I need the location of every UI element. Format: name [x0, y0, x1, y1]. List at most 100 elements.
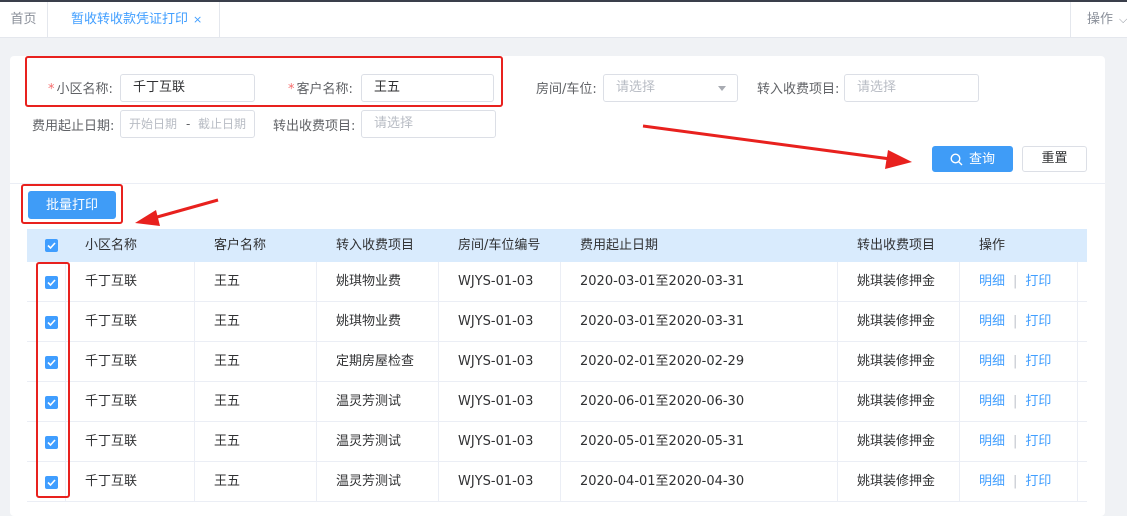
column-divider [837, 462, 838, 502]
table-row: 千丁互联 王五 温灵芳测试 WJYS-01-03 2020-04-01至2020-04-… [27, 462, 1087, 502]
action-separator: | [1013, 474, 1018, 489]
column-divider [438, 302, 439, 342]
column-divider [560, 382, 561, 422]
cell-customer: 王五 [214, 474, 241, 489]
cell-community: 千丁互联 [85, 274, 138, 289]
table-row: 千丁互联 王五 温灵芳测试 WJYS-01-03 2020-05-01至2020-05-… [27, 422, 1087, 462]
print-link[interactable]: 打印 [1025, 394, 1051, 409]
detail-link[interactable]: 明细 [979, 274, 1005, 289]
column-divider [316, 342, 317, 382]
annotation-arrowhead-batch [135, 210, 160, 226]
column-header-date-range: 费用起止日期 [580, 238, 659, 253]
column-divider [837, 262, 838, 302]
cell-actions: 明细 | 打印 [969, 422, 1051, 462]
print-link[interactable]: 打印 [1025, 474, 1051, 489]
column-divider [194, 422, 195, 462]
print-link[interactable]: 打印 [1025, 434, 1051, 449]
cell-out-item: 姚琪装修押金 [857, 434, 936, 449]
action-separator: | [1013, 314, 1018, 329]
action-separator: | [1013, 354, 1018, 369]
cell-date-range: 2020-03-01至2020-03-31 [580, 314, 745, 329]
action-separator: | [1013, 274, 1018, 289]
column-divider [1077, 422, 1078, 462]
column-divider [194, 262, 195, 302]
cell-community: 千丁互联 [85, 354, 138, 369]
column-divider [1077, 382, 1078, 422]
column-divider [837, 422, 838, 462]
table-row: 千丁互联 王五 姚琪物业费 WJYS-01-03 2020-03-01至2020-03-… [27, 262, 1087, 302]
cell-in-item: 定期房屋检查 [336, 354, 415, 369]
cell-in-item: 温灵芳测试 [336, 394, 402, 409]
column-divider [959, 462, 960, 502]
detail-link[interactable]: 明细 [979, 354, 1005, 369]
column-divider [316, 382, 317, 422]
cell-community: 千丁互联 [85, 394, 138, 409]
cell-room: WJYS-01-03 [458, 314, 534, 329]
annotation-arrow-query [642, 124, 899, 162]
column-divider [438, 262, 439, 302]
cell-date-range: 2020-06-01至2020-06-30 [580, 394, 745, 409]
column-divider [438, 382, 439, 422]
table-row: 千丁互联 王五 温灵芳测试 WJYS-01-03 2020-06-01至2020-06-… [27, 382, 1087, 422]
print-link[interactable]: 打印 [1025, 314, 1051, 329]
annotation-box-batch [21, 184, 123, 224]
column-divider [316, 462, 317, 502]
column-header-customer: 客户名称 [214, 238, 267, 253]
cell-customer: 王五 [214, 274, 241, 289]
cell-actions: 明细 | 打印 [969, 342, 1051, 382]
cell-room: WJYS-01-03 [458, 394, 534, 409]
cell-actions: 明细 | 打印 [969, 462, 1051, 502]
column-divider [438, 342, 439, 382]
cell-community: 千丁互联 [85, 474, 138, 489]
column-divider [837, 302, 838, 342]
cell-out-item: 姚琪装修押金 [857, 274, 936, 289]
print-link[interactable]: 打印 [1025, 354, 1051, 369]
cell-actions: 明细 | 打印 [969, 382, 1051, 422]
column-divider [959, 382, 960, 422]
cell-customer: 王五 [214, 354, 241, 369]
column-divider [1077, 342, 1078, 382]
cell-in-item: 温灵芳测试 [336, 474, 402, 489]
column-header-in-item: 转入收费项目 [336, 238, 415, 253]
detail-link[interactable]: 明细 [979, 314, 1005, 329]
action-separator: | [1013, 434, 1018, 449]
column-divider [194, 342, 195, 382]
cell-room: WJYS-01-03 [458, 274, 534, 289]
column-header-actions: 操作 [979, 238, 1006, 253]
action-separator: | [1013, 394, 1018, 409]
cell-room: WJYS-01-03 [458, 474, 534, 489]
column-divider [959, 302, 960, 342]
section-divider [10, 183, 1105, 184]
column-divider [1077, 302, 1078, 342]
cell-date-range: 2020-05-01至2020-05-31 [580, 434, 745, 449]
table-header: 小区名称 客户名称 转入收费项目 房间/车位编号 费用起止日期 转出收费项目 操… [27, 229, 1087, 262]
cell-in-item: 姚琪物业费 [336, 314, 402, 329]
column-divider [1077, 462, 1078, 502]
cell-in-item: 姚琪物业费 [336, 274, 402, 289]
column-divider [560, 342, 561, 382]
cell-out-item: 姚琪装修押金 [857, 354, 936, 369]
column-divider [560, 462, 561, 502]
column-divider [438, 422, 439, 462]
cell-out-item: 姚琪装修押金 [857, 394, 936, 409]
detail-link[interactable]: 明细 [979, 394, 1005, 409]
table-row: 千丁互联 王五 姚琪物业费 WJYS-01-03 2020-03-01至2020-03-… [27, 302, 1087, 342]
check-icon [47, 242, 56, 250]
column-divider [1077, 262, 1078, 302]
print-link[interactable]: 打印 [1025, 274, 1051, 289]
column-divider [837, 382, 838, 422]
detail-link[interactable]: 明细 [979, 474, 1005, 489]
column-divider [194, 382, 195, 422]
column-header-out-item: 转出收费项目 [857, 238, 936, 253]
detail-link[interactable]: 明细 [979, 434, 1005, 449]
column-header-room: 房间/车位编号 [458, 238, 541, 253]
cell-date-range: 2020-04-01至2020-04-30 [580, 474, 745, 489]
column-header-community: 小区名称 [85, 238, 138, 253]
column-divider [560, 422, 561, 462]
cell-actions: 明细 | 打印 [969, 262, 1051, 302]
cell-customer: 王五 [214, 434, 241, 449]
cell-in-item: 温灵芳测试 [336, 434, 402, 449]
cell-out-item: 姚琪装修押金 [857, 314, 936, 329]
select-all-checkbox[interactable] [45, 239, 58, 252]
cell-date-range: 2020-02-01至2020-02-29 [580, 354, 745, 369]
